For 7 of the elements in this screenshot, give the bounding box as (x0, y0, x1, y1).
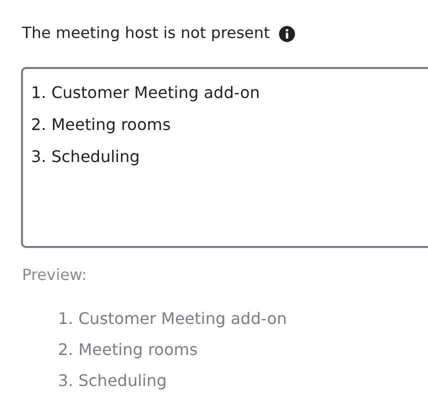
preview-list-item: 3. Scheduling (58, 371, 167, 390)
info-icon[interactable] (278, 26, 295, 42)
preview-list-item: 2. Meeting rooms (58, 340, 198, 360)
text-area[interactable]: 1. Customer Meeting add-on 2. Meeting rooms 3. Scheduling (21, 67, 428, 248)
preview-label: Preview: (22, 265, 87, 286)
preview-list-item: 1. Customer Meeting add-on (58, 309, 287, 328)
field-label: The meeting host is not present (22, 23, 270, 44)
